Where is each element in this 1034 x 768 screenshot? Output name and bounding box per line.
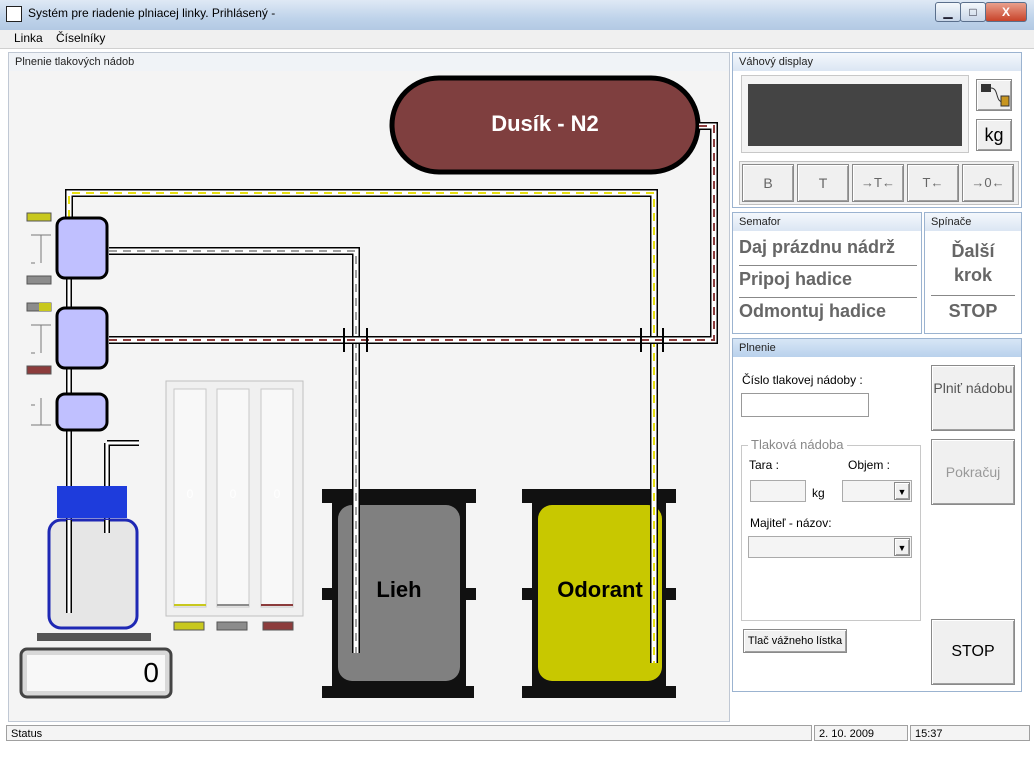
chevron-down-icon: ▼	[894, 482, 910, 500]
indicator-yellow-2	[39, 303, 51, 311]
minimize-button[interactable]: ▁	[935, 2, 961, 22]
scale-readout	[748, 84, 962, 146]
valve-3[interactable]	[55, 392, 109, 432]
unit-display: kg	[976, 119, 1012, 151]
tara-label: Tara :	[749, 458, 780, 472]
objem-label: Objem :	[848, 458, 891, 472]
window-title: Systém pre riadenie plniacej linky. Prih…	[28, 6, 276, 20]
semafor-panel: Semafor Daj prázdnu nádrž Pripoj hadice …	[732, 212, 922, 334]
brutto-button[interactable]: B	[742, 164, 794, 202]
plug-icon	[981, 84, 1010, 107]
cislo-input[interactable]	[741, 393, 869, 417]
continue-button[interactable]: Pokračuj	[931, 439, 1015, 505]
bottle-cap	[57, 486, 127, 518]
nitrogen-label: Dusík - N2	[491, 111, 599, 136]
odorant-label: Odorant	[557, 577, 643, 602]
semafor-step-1: Daj prázdnu nádrž	[739, 237, 917, 266]
valve-2[interactable]	[55, 306, 109, 370]
zero-button[interactable]: →0←	[962, 164, 1014, 202]
schematic-panel: Plnenie tlakových nádob Dusík - N2 Lieh …	[8, 52, 730, 722]
semafor-title: Semafor	[733, 213, 921, 231]
minimize-icon: ▁	[943, 5, 953, 19]
maximize-icon: □	[969, 5, 977, 19]
scale-connect-button[interactable]	[976, 79, 1012, 111]
plnenie-panel: Plnenie Číslo tlakovej nádoby : Tlaková …	[732, 338, 1022, 692]
semafor-step-3: Odmontuj hadice	[739, 301, 887, 321]
fill-button[interactable]: Plniť nádobu	[931, 365, 1015, 431]
status-text: Status	[6, 725, 812, 741]
title-bar: Systém pre riadenie plniacej linky. Prih…	[0, 0, 1034, 31]
app-icon	[6, 6, 22, 22]
indicator-red	[26, 365, 52, 375]
close-button[interactable]: X	[985, 2, 1027, 22]
group-label: Tlaková nádoba	[748, 437, 847, 452]
scale-panel-title: Váhový display	[733, 53, 1021, 71]
chevron-down-icon: ▼	[894, 538, 910, 556]
gauge-3-value: 0	[273, 487, 281, 501]
close-icon: X	[1001, 5, 1010, 19]
indicator-yellow	[26, 212, 52, 222]
menu-bar: Linka Číselníky	[0, 30, 1034, 49]
cislo-label: Číslo tlakovej nádoby :	[742, 373, 863, 387]
menu-linka[interactable]: Linka	[14, 31, 43, 45]
next-step-button[interactable]: Ďalší krok	[931, 239, 1015, 296]
spinace-panel: Spínače Ďalší krok STOP	[924, 212, 1022, 334]
scale-value: 0	[143, 657, 159, 688]
objem-select[interactable]: ▼	[842, 480, 912, 502]
majitel-label: Majiteľ - názov:	[750, 516, 832, 530]
scale-panel: Váhový display kg B T →T← T← →0←	[732, 52, 1022, 208]
spinace-title: Spínače	[925, 213, 1021, 231]
lieh-label: Lieh	[376, 577, 422, 602]
maximize-button[interactable]: □	[960, 2, 986, 22]
stop-button[interactable]: STOP	[931, 619, 1015, 685]
print-ticket-button[interactable]: Tlač vážneho lístka	[743, 629, 847, 653]
tlakova-nadoba-group: Tlaková nádoba Tara : Objem : kg ▼ Majit…	[741, 437, 921, 621]
scale-readout-frame	[741, 75, 969, 153]
tara-unit: kg	[812, 486, 825, 500]
tara-button[interactable]: T	[797, 164, 849, 202]
set-tara-button[interactable]: →T←	[852, 164, 904, 202]
spinace-stop-button[interactable]: STOP	[931, 301, 1015, 329]
clear-tara-button[interactable]: T←	[907, 164, 959, 202]
semafor-step-2: Pripoj hadice	[739, 269, 917, 298]
status-date: 2. 10. 2009	[814, 725, 908, 741]
valve-sliders	[31, 234, 51, 426]
scale-platform	[37, 633, 151, 641]
valve-1[interactable]	[55, 216, 109, 280]
menu-ciselniky[interactable]: Číselníky	[56, 31, 105, 45]
gauge-2-value: 0	[229, 487, 237, 501]
schematic-diagram	[19, 75, 718, 699]
plnenie-title: Plnenie	[733, 339, 1021, 357]
indicator-gray	[26, 275, 52, 285]
gauge-1-value: 0	[186, 487, 194, 501]
pressure-bottle	[47, 518, 139, 630]
status-time: 15:37	[910, 725, 1030, 741]
scale-buttons-bar: B T →T← T← →0←	[739, 161, 1019, 205]
majitel-select[interactable]: ▼	[748, 536, 912, 558]
tara-input[interactable]	[750, 480, 806, 502]
